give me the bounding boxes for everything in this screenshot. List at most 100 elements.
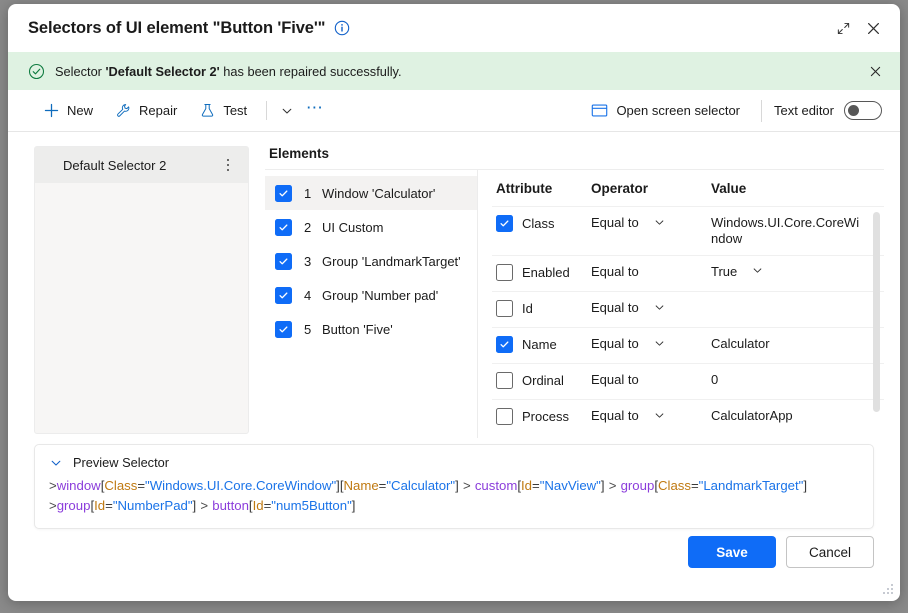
selector-token-gt: > <box>196 498 213 513</box>
plus-icon <box>43 102 60 119</box>
attribute-row-id[interactable]: Id Equal to <box>492 291 884 327</box>
attribute-checkbox[interactable] <box>496 408 513 425</box>
attribute-checkbox[interactable] <box>496 215 513 232</box>
operator-label: Equal to <box>591 300 639 315</box>
value-field[interactable]: CalculatorApp <box>711 408 884 424</box>
info-circle-icon[interactable] <box>334 20 350 36</box>
element-row-3[interactable]: 3 Group 'LandmarkTarget' <box>265 244 477 278</box>
selector-token-str: "Calculator" <box>386 478 456 493</box>
operator-dropdown[interactable]: Equal to <box>591 215 711 230</box>
selector-token-attr: Id <box>521 478 532 493</box>
element-row-1[interactable]: 1 Window 'Calculator' <box>265 176 477 210</box>
value-field[interactable]: Windows.UI.Core.CoreWindow <box>711 215 884 247</box>
attributes-panel: Attribute Operator Value Class Equal to … <box>477 170 884 438</box>
operator-dropdown[interactable]: Equal to <box>591 300 711 315</box>
element-label: Window 'Calculator' <box>322 185 436 201</box>
page-title: Selectors of UI element "Button 'Five'" <box>28 18 326 37</box>
element-checkbox[interactable] <box>275 320 292 338</box>
banner-selector-name: 'Default Selector 2' <box>105 63 220 79</box>
element-row-4[interactable]: 4 Group 'Number pad' <box>265 278 477 312</box>
value-field[interactable]: 0 <box>711 372 884 388</box>
attribute-checkbox[interactable] <box>496 300 513 317</box>
attribute-name: Enabled <box>522 265 570 280</box>
toolbar-divider <box>266 101 268 120</box>
selectors-dialog: Selectors of UI element "Button 'Five'" <box>8 4 900 601</box>
operator-dropdown[interactable]: Equal to <box>591 408 711 423</box>
attribute-checkbox[interactable] <box>496 264 513 281</box>
text-editor-toggle[interactable]: Text editor <box>774 101 888 120</box>
element-index: 2 <box>304 219 312 235</box>
banner-suffix: has been repaired successfully. <box>219 63 402 79</box>
value-dropdown[interactable]: True <box>711 264 884 280</box>
chevron-down-icon <box>49 456 63 470</box>
resize-grip[interactable] <box>881 583 894 596</box>
elements-title: Elements <box>269 146 330 161</box>
selector-token-str: "LandmarkTarget" <box>698 478 804 493</box>
save-button[interactable]: Save <box>688 536 776 568</box>
preview-selector-label: Preview Selector <box>73 455 170 470</box>
element-checkbox[interactable] <box>275 252 292 270</box>
toggle-track[interactable] <box>844 101 882 120</box>
element-checkbox[interactable] <box>275 184 292 202</box>
operator-label: Equal to <box>591 264 639 279</box>
wrench-icon <box>115 102 132 119</box>
toolbar-right-group: Open screen selector Text editor <box>582 96 888 126</box>
chevron-down-icon <box>751 264 764 277</box>
new-button[interactable]: New <box>34 96 102 126</box>
preview-selector-toggle[interactable]: Preview Selector <box>49 455 859 470</box>
ellipsis-icon[interactable]: ⋯ <box>301 97 329 125</box>
text-editor-label: Text editor <box>774 103 834 118</box>
selector-list-item[interactable]: Default Selector 2 <box>35 147 248 183</box>
selector-list-panel: Default Selector 2 <box>34 146 249 434</box>
value-text: CalculatorApp <box>711 408 793 423</box>
banner-prefix: Selector <box>55 63 106 79</box>
attribute-checkbox[interactable] <box>496 372 513 389</box>
cancel-button[interactable]: Cancel <box>786 536 874 568</box>
attribute-row-process[interactable]: Process Equal to CalculatorApp <box>492 399 884 435</box>
expand-diagonal-icon[interactable] <box>828 13 858 43</box>
chevron-down-icon[interactable] <box>273 97 301 125</box>
attributes-header: Attribute Operator Value <box>492 170 884 206</box>
test-button-label: Test <box>223 103 248 118</box>
new-button-label: New <box>67 103 94 118</box>
value-text: True <box>711 264 738 279</box>
selector-token-str: "num5Button" <box>271 498 352 513</box>
operator-dropdown[interactable]: Equal to <box>591 372 711 387</box>
element-row-5[interactable]: 5 Button 'Five' <box>265 312 477 346</box>
value-text: 0 <box>711 372 719 387</box>
attribute-row-name[interactable]: Name Equal to Calculator <box>492 327 884 363</box>
selector-token-tag: group <box>620 478 655 493</box>
repair-button[interactable]: Repair <box>106 96 186 126</box>
test-button[interactable]: Test <box>190 96 256 126</box>
operator-dropdown[interactable]: Equal to <box>591 336 711 351</box>
dialog-footer: Save Cancel <box>8 525 900 601</box>
toggle-knob <box>848 105 859 116</box>
banner-message: Selector 'Default Selector 2' has been r… <box>55 64 402 79</box>
attribute-row-ordinal[interactable]: Ordinal Equal to 0 <box>492 363 884 399</box>
open-screen-selector-button[interactable]: Open screen selector <box>582 96 749 126</box>
selector-token-tag: custom <box>474 478 518 493</box>
dialog-toolbar: New Repair Test ⋯ Open screen selector T… <box>8 90 900 132</box>
selector-token-str: "NavView" <box>539 478 601 493</box>
banner-close-icon[interactable] <box>862 58 888 84</box>
value-field[interactable]: Calculator <box>711 336 884 352</box>
operator-dropdown[interactable]: Equal to <box>591 264 711 279</box>
kebab-menu-icon[interactable] <box>218 153 238 177</box>
header-operator: Operator <box>591 180 649 196</box>
element-row-2[interactable]: 2 UI Custom <box>265 210 477 244</box>
close-icon[interactable] <box>858 13 888 43</box>
attribute-row-enabled[interactable]: Enabled Equal to True <box>492 255 884 291</box>
element-checkbox[interactable] <box>275 218 292 236</box>
element-checkbox[interactable] <box>275 286 292 304</box>
chevron-down-icon <box>653 337 666 350</box>
attribute-checkbox[interactable] <box>496 336 513 353</box>
repair-button-label: Repair <box>139 103 178 118</box>
attribute-name: Name <box>522 337 557 352</box>
selector-token-tag: group <box>56 498 91 513</box>
check-circle-icon <box>28 63 45 80</box>
attribute-name: Ordinal <box>522 373 564 388</box>
selector-name: Default Selector 2 <box>63 157 167 173</box>
element-index: 3 <box>304 253 312 269</box>
attributes-scrollbar[interactable] <box>873 212 880 412</box>
attribute-row-class[interactable]: Class Equal to Windows.UI.Core.CoreWindo… <box>492 206 884 255</box>
